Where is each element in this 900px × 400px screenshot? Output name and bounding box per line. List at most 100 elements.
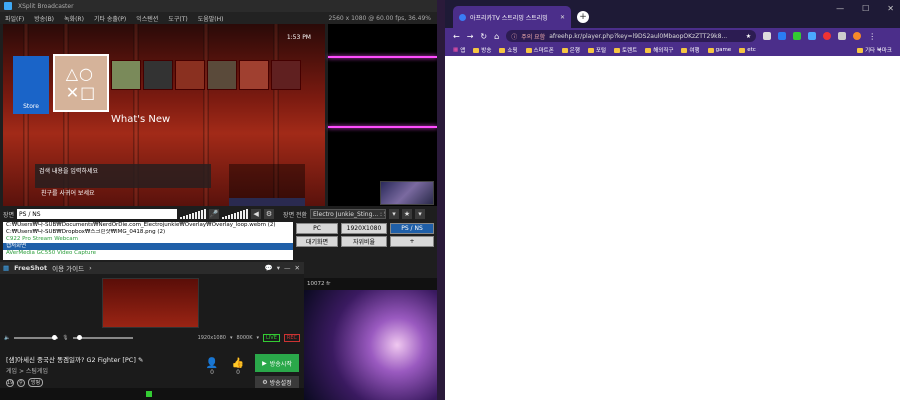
status-indicator-icon	[146, 391, 152, 397]
resolution-select[interactable]: 1920x1080	[198, 335, 226, 341]
main-preview[interactable]: 1:53 PM Store △○ ✕□ What's New 검색 내용을 입력하…	[3, 24, 325, 206]
mic-slider[interactable]	[72, 335, 133, 340]
source-item[interactable]: C:₩Users₩다-SUB₩Documents₩NerdOrDie.com_E…	[3, 222, 293, 229]
extension-icon[interactable]	[838, 32, 847, 40]
close-icon[interactable]: ✕	[295, 264, 300, 272]
extension-icon[interactable]	[778, 32, 787, 40]
mic-meter	[222, 209, 249, 219]
bookmark-folder[interactable]: 방송	[473, 46, 491, 54]
bookmark-apps[interactable]: ▦ 앱	[453, 46, 465, 54]
ps4-whats-new: What's New	[111, 114, 171, 125]
bookmark-folder[interactable]: 토렌트	[614, 46, 637, 54]
folder-icon	[681, 47, 688, 53]
bookmark-folder[interactable]: 은행	[561, 46, 580, 54]
bookmark-folder[interactable]: 해외직구	[645, 46, 673, 54]
menu-record[interactable]: 녹화(R)	[59, 14, 89, 23]
bookmark-folder[interactable]: 스마트폰	[525, 46, 554, 54]
close-icon[interactable]: ✕	[887, 4, 894, 13]
transition-label: 장면 전환	[283, 211, 308, 219]
scene-button-ps-ns[interactable]: PS / NS	[390, 223, 434, 234]
minimize-icon[interactable]: —	[284, 264, 291, 272]
freeshot-guide-link[interactable]: 이용 가이드	[52, 263, 84, 273]
microphone-icon[interactable]: 🎤	[209, 209, 220, 219]
add-scene-button[interactable]: +	[390, 236, 434, 247]
home-icon[interactable]: ⌂	[494, 32, 499, 41]
bookmark-folder[interactable]: game	[707, 47, 731, 53]
laser-line	[328, 56, 437, 58]
broadcast-settings-button[interactable]: ⚙ 방송설정	[255, 376, 299, 388]
menu-other-output[interactable]: 기타 송출(P)	[89, 14, 131, 23]
bookmark-folder[interactable]: 쇼핑	[499, 46, 518, 54]
address-bar[interactable]: ⓘ 주의 요함 afreehp.kr/player.php?key=l9DS2a…	[506, 30, 757, 42]
ps4-friend-text: 친구를 사귀어 보세요	[41, 190, 95, 197]
bookmark-folder[interactable]: etc	[739, 47, 756, 53]
menu-dots-icon[interactable]: ⋮	[868, 32, 876, 41]
side-preview[interactable]	[328, 24, 437, 206]
extension-icon[interactable]	[808, 32, 817, 40]
menu-broadcast[interactable]: 방송(B)	[29, 14, 59, 23]
speaker-icon[interactable]: ◀	[251, 209, 262, 219]
microphone-icon[interactable]: 🎙	[62, 335, 68, 341]
bitrate-select[interactable]: 8000K	[237, 335, 253, 341]
star-icon[interactable]: ★	[746, 33, 751, 40]
volume-slider[interactable]	[14, 335, 59, 340]
live-tag: LIVE	[263, 334, 280, 342]
ps4-game-tile	[143, 60, 173, 90]
frame-count: 10072 fr	[307, 281, 331, 287]
menubar: 파일(F) 방송(B) 녹화(R) 기타 송출(P) 익스텐션 도구(T) 도움…	[0, 12, 437, 24]
source-item[interactable]: C922 Pro Stream Webcam	[3, 236, 293, 243]
security-warning[interactable]: 주의 요함	[521, 32, 545, 41]
broadcast-title[interactable]: [샘]아세신 중국산 똥겜일까? G2 Fighter [PC] ✎	[6, 354, 143, 364]
close-icon[interactable]: ✕	[560, 14, 565, 21]
ps4-controller-tile	[229, 198, 305, 206]
resolution-readout[interactable]: 2560 x 1080 @ 60.00 fps, 36.49%	[323, 15, 437, 22]
extension-icon[interactable]	[823, 32, 832, 40]
warning-icon: ⓘ	[511, 33, 518, 41]
folder-icon	[614, 47, 621, 53]
browser-window: 아프리카TV 스트리밍 스트리밍 ✕ + — ☐ ✕ ← → ↻ ⌂ ⓘ 주의 …	[437, 0, 900, 400]
gear-icon[interactable]: ⚙	[264, 209, 275, 219]
scene-button-1920[interactable]: 1920X1080	[341, 223, 387, 234]
speaker-icon[interactable]: 🔈	[4, 335, 10, 341]
scene-button-standby[interactable]: 대기화면	[296, 236, 338, 247]
broadcast-category[interactable]: 게임 > 스팀게임	[6, 366, 48, 375]
browser-tab-active[interactable]: 아프리카TV 스트리밍 스트리밍 ✕	[453, 6, 571, 28]
profile-avatar[interactable]	[853, 32, 862, 40]
scene-button-ratio[interactable]: 자위비율	[341, 236, 387, 247]
source-item[interactable]: C:₩Users₩다-SUB₩Dropbox₩스크린샷₩IMG_0418.png…	[3, 229, 293, 236]
chevron-down-icon[interactable]: ▾	[277, 264, 280, 272]
bookmark-folder[interactable]: 포털	[587, 46, 606, 54]
maximize-icon[interactable]: ☐	[862, 4, 869, 13]
menu-tools[interactable]: 도구(T)	[163, 14, 192, 23]
lock-icon: ⚲	[17, 378, 25, 387]
source-item-selected[interactable]: 캡처화면	[3, 243, 293, 250]
chevron-down-icon[interactable]: ▾	[389, 209, 400, 219]
scene-button-pc[interactable]: PC	[296, 223, 338, 234]
forward-icon[interactable]: →	[467, 32, 474, 41]
chat-icon[interactable]: 💬	[265, 264, 273, 272]
scene-name-input[interactable]: PS / NS	[17, 209, 178, 219]
menu-help[interactable]: 도움말(H)	[193, 14, 229, 23]
chevron-down-icon[interactable]: ▾	[415, 209, 426, 219]
folder-icon	[645, 47, 652, 53]
reload-icon[interactable]: ↻	[480, 32, 487, 41]
minimize-icon[interactable]: —	[836, 4, 844, 13]
broadcast-badges: 19 ⚲ 방펑	[6, 378, 44, 387]
ps4-search-panel: 검색 내용을 입력하세요	[35, 164, 211, 188]
menu-extensions[interactable]: 익스텐션	[131, 14, 163, 23]
bookmark-folder[interactable]: 여행	[681, 46, 700, 54]
start-broadcast-button[interactable]: ▶ 방송시작	[255, 354, 299, 372]
freeshot-logo-icon: ▦	[3, 264, 10, 272]
extension-icon[interactable]	[763, 32, 772, 40]
source-item[interactable]: AVerMedia GC550 Video Capture	[3, 250, 293, 257]
menu-file[interactable]: 파일(F)	[0, 14, 29, 23]
transition-dropdown[interactable]: Electro Junkie_Sting... : 500ms	[310, 209, 387, 219]
edit-icon[interactable]: ✎	[138, 356, 143, 364]
browser-content[interactable]	[445, 56, 900, 400]
back-icon[interactable]: ←	[453, 32, 460, 41]
new-tab-button[interactable]: +	[577, 11, 589, 23]
star-icon[interactable]: ★	[402, 209, 413, 219]
ps-symbols-icon: △○ ✕□	[65, 64, 97, 102]
other-bookmarks[interactable]: 기타 북마크	[856, 46, 900, 54]
extension-icon[interactable]	[793, 32, 802, 40]
